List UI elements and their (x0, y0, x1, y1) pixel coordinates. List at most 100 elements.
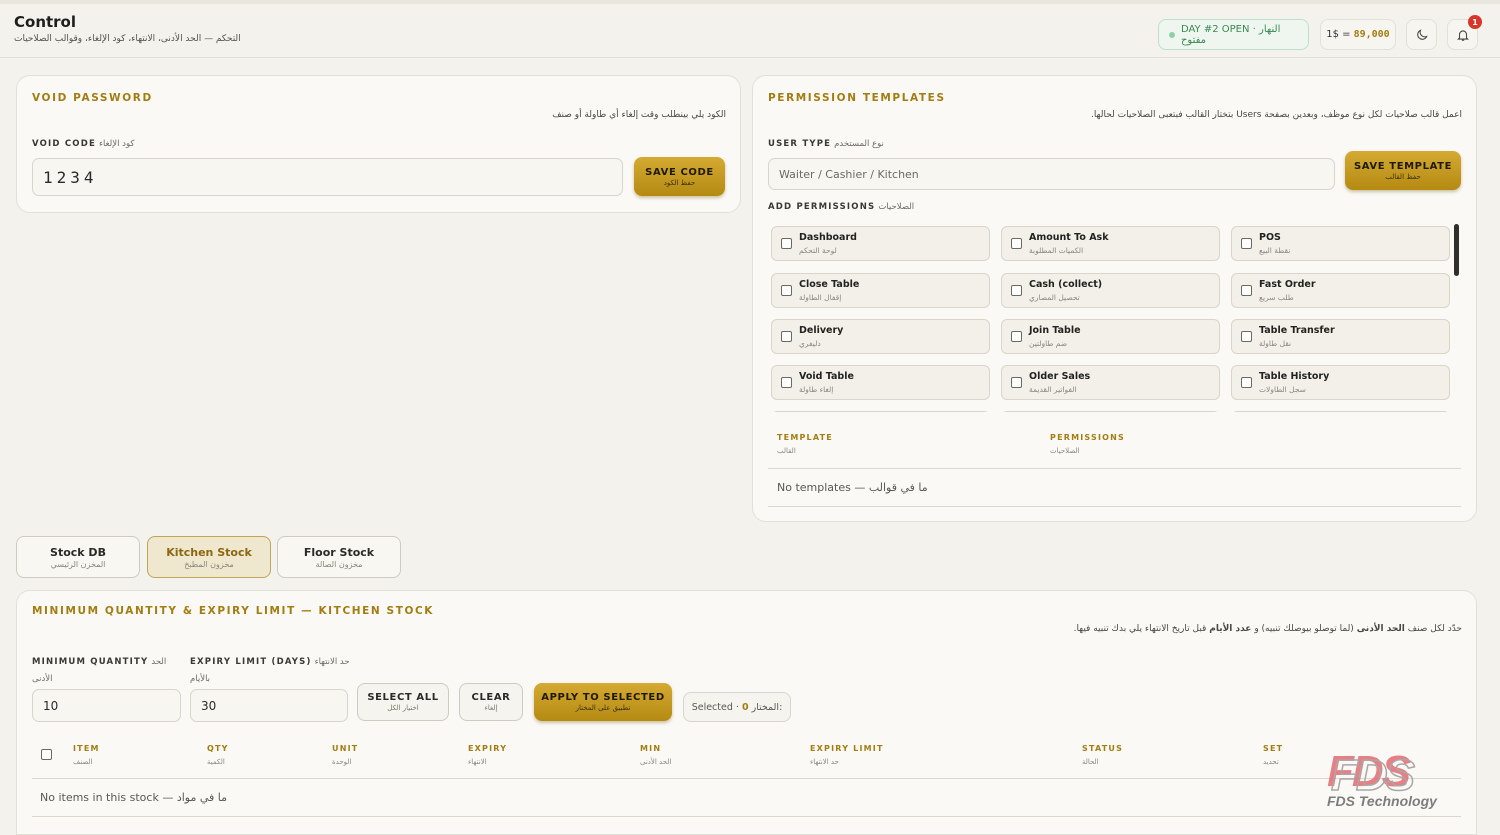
column-qty-ar: الكمية (207, 758, 225, 766)
checkbox[interactable] (781, 238, 792, 249)
permission-amount-to-ask[interactable]: Amount To Ask الكميات المطلوبة (1001, 226, 1220, 261)
checkbox[interactable] (781, 285, 792, 296)
permission-label-ar: إقفال الطاولة (799, 293, 842, 302)
tab-floor-stock[interactable]: Floor Stock مخزون الصالة (277, 536, 401, 578)
column-expiry-limit-ar: حد الانتهاء (810, 758, 839, 766)
permission-label: Table Transfer (1259, 325, 1335, 336)
column-expiry-limit: EXPIRY LIMIT (810, 744, 884, 753)
column-qty: QTY (207, 744, 229, 753)
select-all-label-ar: اختيار الكل (387, 704, 419, 712)
templates-empty-state: No templates — ما في قوالب (777, 481, 928, 494)
permission-label-ar: الكميات المطلوبة (1029, 246, 1084, 255)
permission-label: Join Table (1029, 325, 1081, 336)
permission-templates-description: اعمل قالب صلاحيات لكل نوع موظف، وبعدين ب… (1090, 110, 1462, 120)
column-set: SET (1263, 744, 1284, 753)
tab-kitchen-stock[interactable]: Kitchen Stock مخزون المطبخ (147, 536, 271, 578)
min-expiry-description: حدّد لكل صنف الحد الأدنى (لما توصلو بيوص… (700, 624, 1462, 634)
rate-value: 89,000 (1353, 29, 1390, 40)
permission-void-table[interactable]: Void Table إلغاء طاولة (771, 365, 990, 400)
void-code-value: 1234 (43, 167, 98, 187)
top-bar: Control التحكم — الحد الأدنى، الانتهاء، … (0, 0, 1500, 58)
checkbox[interactable] (1011, 285, 1022, 296)
permissions-scrollbar[interactable] (1454, 224, 1459, 276)
void-code-input[interactable]: 1234 (32, 158, 623, 196)
selected-label: Selected · (691, 701, 739, 713)
checkbox[interactable] (1241, 377, 1252, 388)
selected-label-ar: المختار: (751, 701, 783, 713)
permission-table-history[interactable]: Table History سجل الطاولات (1231, 365, 1450, 400)
column-status-ar: الحالة (1082, 758, 1099, 766)
permission-table-transfer[interactable]: Table Transfer نقل طاولة (1231, 319, 1450, 354)
permission-join-table[interactable]: Join Table ضم طاولتين (1001, 319, 1220, 354)
apply-label-ar: تطبيق على المختار (575, 704, 631, 712)
tab-stock-db[interactable]: Stock DB المخزن الرئيسي (16, 536, 140, 578)
clear-button[interactable]: CLEAR إلغاء (459, 683, 523, 721)
permission-next-row (1001, 411, 1220, 412)
checkbox[interactable] (1011, 238, 1022, 249)
add-permissions-label-ar: الصلاحيات (878, 202, 915, 212)
column-set-ar: تحديد (1263, 758, 1279, 766)
checkbox[interactable] (1241, 331, 1252, 342)
divider (32, 778, 1461, 779)
select-all-checkbox[interactable] (41, 749, 52, 760)
select-all-button[interactable]: SELECT ALL اختيار الكل (357, 683, 449, 721)
permission-label-ar: تحصيل المصاري (1029, 293, 1080, 302)
permission-label: Close Table (799, 279, 860, 290)
permission-cash-collect[interactable]: Cash (collect) تحصيل المصاري (1001, 273, 1220, 308)
selected-count-badge: Selected · 0 المختار: (683, 692, 791, 722)
void-code-label: VOID CODE كود الإلغاء (32, 139, 134, 149)
column-unit: UNIT (332, 744, 359, 753)
checkbox[interactable] (1241, 285, 1252, 296)
permission-label: Void Table (799, 371, 854, 382)
tab-label: Stock DB (50, 545, 106, 559)
column-expiry-ar: الانتهاء (468, 758, 487, 766)
void-password-title: VOID PASSWORD (32, 92, 153, 104)
checkbox[interactable] (1011, 377, 1022, 388)
fds-technology-logo: FDS FDS FDS Technology (1325, 744, 1465, 814)
expiry-limit-input[interactable]: 30 (190, 689, 348, 722)
permission-label-ar: دليفري (799, 339, 821, 348)
user-type-input[interactable]: Waiter / Cashier / Kitchen (768, 158, 1335, 190)
permission-close-table[interactable]: Close Table إقفال الطاولة (771, 273, 990, 308)
theme-toggle-button[interactable] (1406, 19, 1437, 50)
column-status: STATUS (1082, 744, 1124, 753)
permission-label: Table History (1259, 371, 1330, 382)
moon-icon (1416, 28, 1428, 40)
clear-label-ar: إلغاء (484, 704, 498, 712)
min-qty-value: 10 (43, 698, 59, 713)
divider (768, 506, 1461, 507)
add-permissions-label-en: ADD PERMISSIONS (768, 202, 876, 212)
user-type-label-en: USER TYPE (768, 139, 832, 149)
checkbox[interactable] (1241, 238, 1252, 249)
column-unit-ar: الوحدة (332, 758, 352, 766)
column-template: TEMPLATE (777, 433, 833, 442)
divider (32, 816, 1461, 817)
checkbox[interactable] (1011, 331, 1022, 342)
permission-label: Fast Order (1259, 279, 1316, 290)
checkbox[interactable] (781, 377, 792, 388)
apply-label: APPLY TO SELECTED (541, 692, 665, 703)
save-code-button[interactable]: SAVE CODE حفظ الكود (634, 157, 725, 196)
permission-delivery[interactable]: Delivery دليفري (771, 319, 990, 354)
day-status-text: DAY #2 OPEN · النهار مفتوح (1180, 23, 1281, 46)
column-expiry: EXPIRY (468, 744, 508, 753)
permission-label-ar: سجل الطاولات (1259, 385, 1306, 394)
save-template-button[interactable]: SAVE TEMPLATE حفظ القالب (1345, 151, 1461, 190)
permission-dashboard[interactable]: Dashboard لوحة التحكم (771, 226, 990, 261)
column-min: MIN (640, 744, 662, 753)
tab-label: Kitchen Stock (166, 545, 252, 559)
min-qty-label: MINIMUM QUANTITY الحد الأدنى (32, 654, 172, 688)
user-type-label: USER TYPE نوع المستخدم (768, 139, 884, 149)
clear-label: CLEAR (471, 692, 511, 703)
min-qty-input[interactable]: 10 (32, 689, 181, 722)
tab-label-ar: مخزون الصالة (315, 559, 363, 569)
permission-label: Delivery (799, 325, 844, 336)
permission-fast-order[interactable]: Fast Order طلب سريع (1231, 273, 1450, 308)
permission-label-ar: نقطة البيع (1259, 246, 1291, 255)
tab-label-ar: المخزن الرئيسي (50, 559, 106, 569)
apply-to-selected-button[interactable]: APPLY TO SELECTED تطبيق على المختار (534, 683, 672, 721)
checkbox[interactable] (781, 331, 792, 342)
permission-pos[interactable]: POS نقطة البيع (1231, 226, 1450, 261)
permission-older-sales[interactable]: Older Sales الفواتير القديمة (1001, 365, 1220, 400)
permission-label-ar: لوحة التحكم (799, 246, 837, 255)
